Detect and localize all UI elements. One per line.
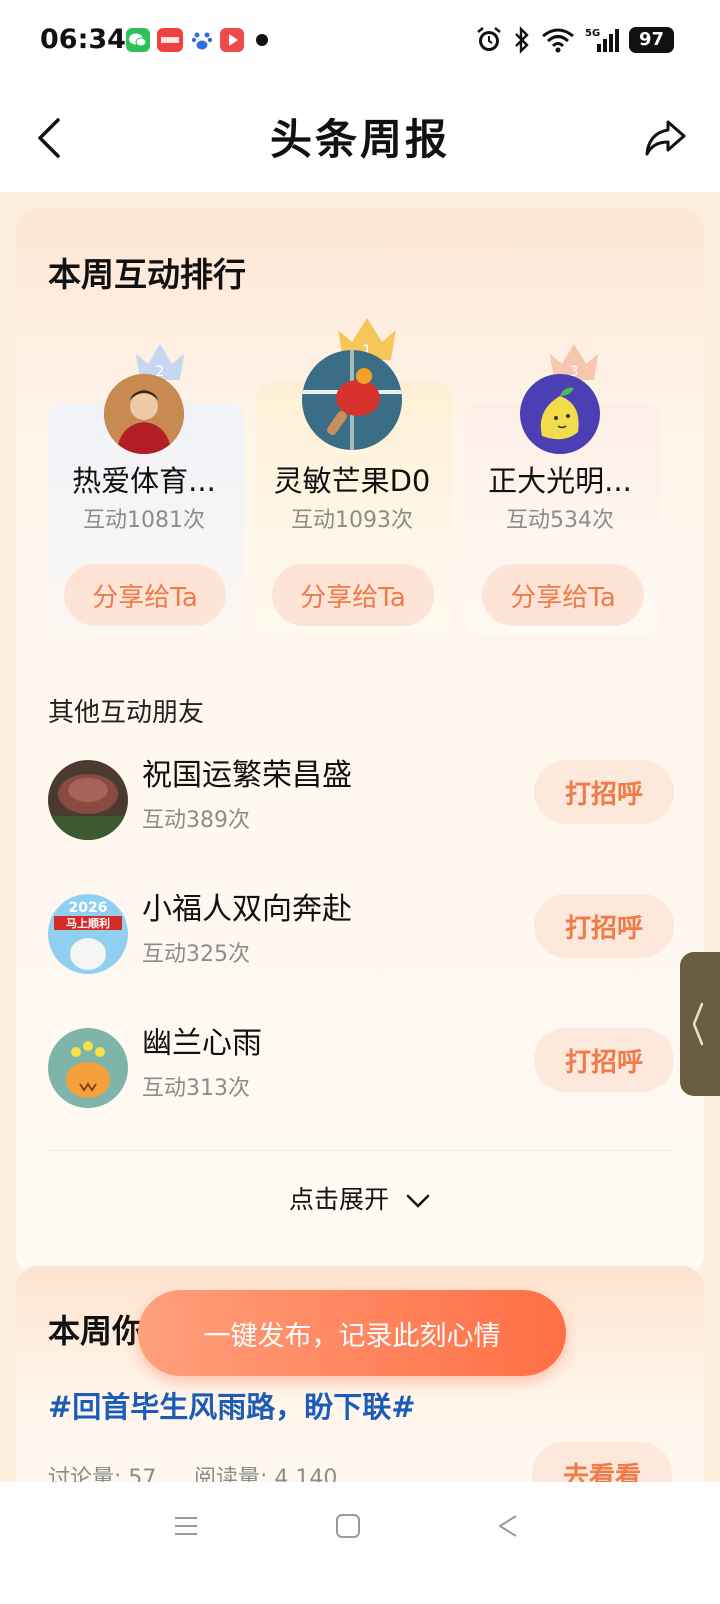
ranking-card: 本周互动排行 2 热爱体育... 互动1081次 分享给Ta 1 灵敏芒果D0 …	[16, 208, 704, 1276]
divider	[48, 1150, 674, 1151]
wechat-icon	[126, 28, 150, 52]
expand-button[interactable]: 点击展开	[16, 1180, 704, 1216]
signal-icon: 5G	[585, 28, 619, 52]
svg-text:2026: 2026	[69, 900, 108, 916]
friend-count: 互动325次	[142, 942, 250, 967]
podium-name-3: 正大光明...	[488, 464, 632, 498]
share-icon	[645, 120, 686, 156]
back-nav-icon[interactable]	[494, 1512, 522, 1540]
friend-avatar[interactable]	[48, 1028, 128, 1108]
friend-count: 互动389次	[142, 808, 250, 833]
share-button[interactable]	[642, 114, 690, 162]
baidu-icon	[190, 28, 214, 52]
ranking-title: 本周互动排行	[48, 255, 246, 294]
system-nav-bar	[0, 1482, 720, 1604]
friend-row[interactable]: 2026 马上顺利 小福人双向奔赴 互动325次 打招呼	[48, 884, 674, 984]
share-to-rank-1-button[interactable]: 分享给Ta	[272, 564, 434, 626]
chevron-left-icon	[692, 1002, 704, 1046]
podium-count-3: 互动534次	[506, 508, 614, 533]
battery-indicator: 97	[628, 27, 674, 53]
toutiao-icon	[157, 28, 183, 52]
friend-avatar[interactable]	[48, 760, 128, 840]
greet-button[interactable]: 打招呼	[534, 894, 674, 958]
topic-title: 本周你	[48, 1312, 145, 1350]
share-to-rank-2-button[interactable]: 分享给Ta	[64, 564, 226, 626]
friend-row[interactable]: 祝国运繁荣昌盛 互动389次 打招呼	[48, 750, 674, 850]
other-friends-title: 其他互动朋友	[48, 698, 205, 728]
friend-name: 小福人双向奔赴	[142, 892, 352, 927]
expand-label: 点击展开	[289, 1185, 390, 1214]
menu-icon[interactable]	[172, 1512, 200, 1540]
friend-name: 祝国运繁荣昌盛	[142, 758, 352, 793]
friend-count: 互动313次	[142, 1076, 250, 1101]
topic-hashtag-link[interactable]: #回首毕生风雨路，盼下联#	[48, 1384, 416, 1426]
avatar-rank-1[interactable]	[302, 350, 402, 450]
status-time: 06:34	[40, 24, 126, 55]
friend-avatar[interactable]: 2026 马上顺利	[48, 894, 128, 974]
greet-button[interactable]: 打招呼	[534, 1028, 674, 1092]
podium-count-1: 互动1093次	[291, 508, 413, 533]
svg-text:5G: 5G	[585, 28, 600, 39]
dot-icon	[256, 34, 268, 46]
friend-name: 幽兰心雨	[142, 1026, 262, 1061]
chevron-down-icon	[406, 1194, 430, 1208]
avatar-rank-2[interactable]	[104, 374, 184, 454]
podium-count-2: 互动1081次	[83, 508, 205, 533]
video-icon	[220, 28, 244, 52]
friend-row[interactable]: 幽兰心雨 互动313次 打招呼	[48, 1018, 674, 1118]
wifi-icon	[542, 28, 574, 53]
podium-name-1: 灵敏芒果D0	[273, 464, 431, 498]
avatar-rank-3[interactable]	[520, 374, 600, 454]
bluetooth-icon	[515, 26, 529, 54]
greet-button[interactable]: 打招呼	[534, 760, 674, 824]
status-bar: 06:34 5G 97	[0, 0, 720, 84]
status-icons: 5G 97	[475, 24, 674, 56]
page-title: 头条周报	[269, 115, 450, 164]
svg-text:马上顺利: 马上顺利	[66, 916, 110, 930]
nav-bar: 头条周报	[0, 84, 720, 192]
alarm-icon	[477, 27, 501, 51]
publish-button[interactable]: 一键发布，记录此刻心情	[138, 1290, 566, 1376]
floating-side-tab[interactable]	[680, 952, 720, 1096]
home-icon[interactable]	[334, 1512, 362, 1540]
podium-name-2: 热爱体育...	[72, 464, 216, 498]
share-to-rank-3-button[interactable]: 分享给Ta	[482, 564, 644, 626]
